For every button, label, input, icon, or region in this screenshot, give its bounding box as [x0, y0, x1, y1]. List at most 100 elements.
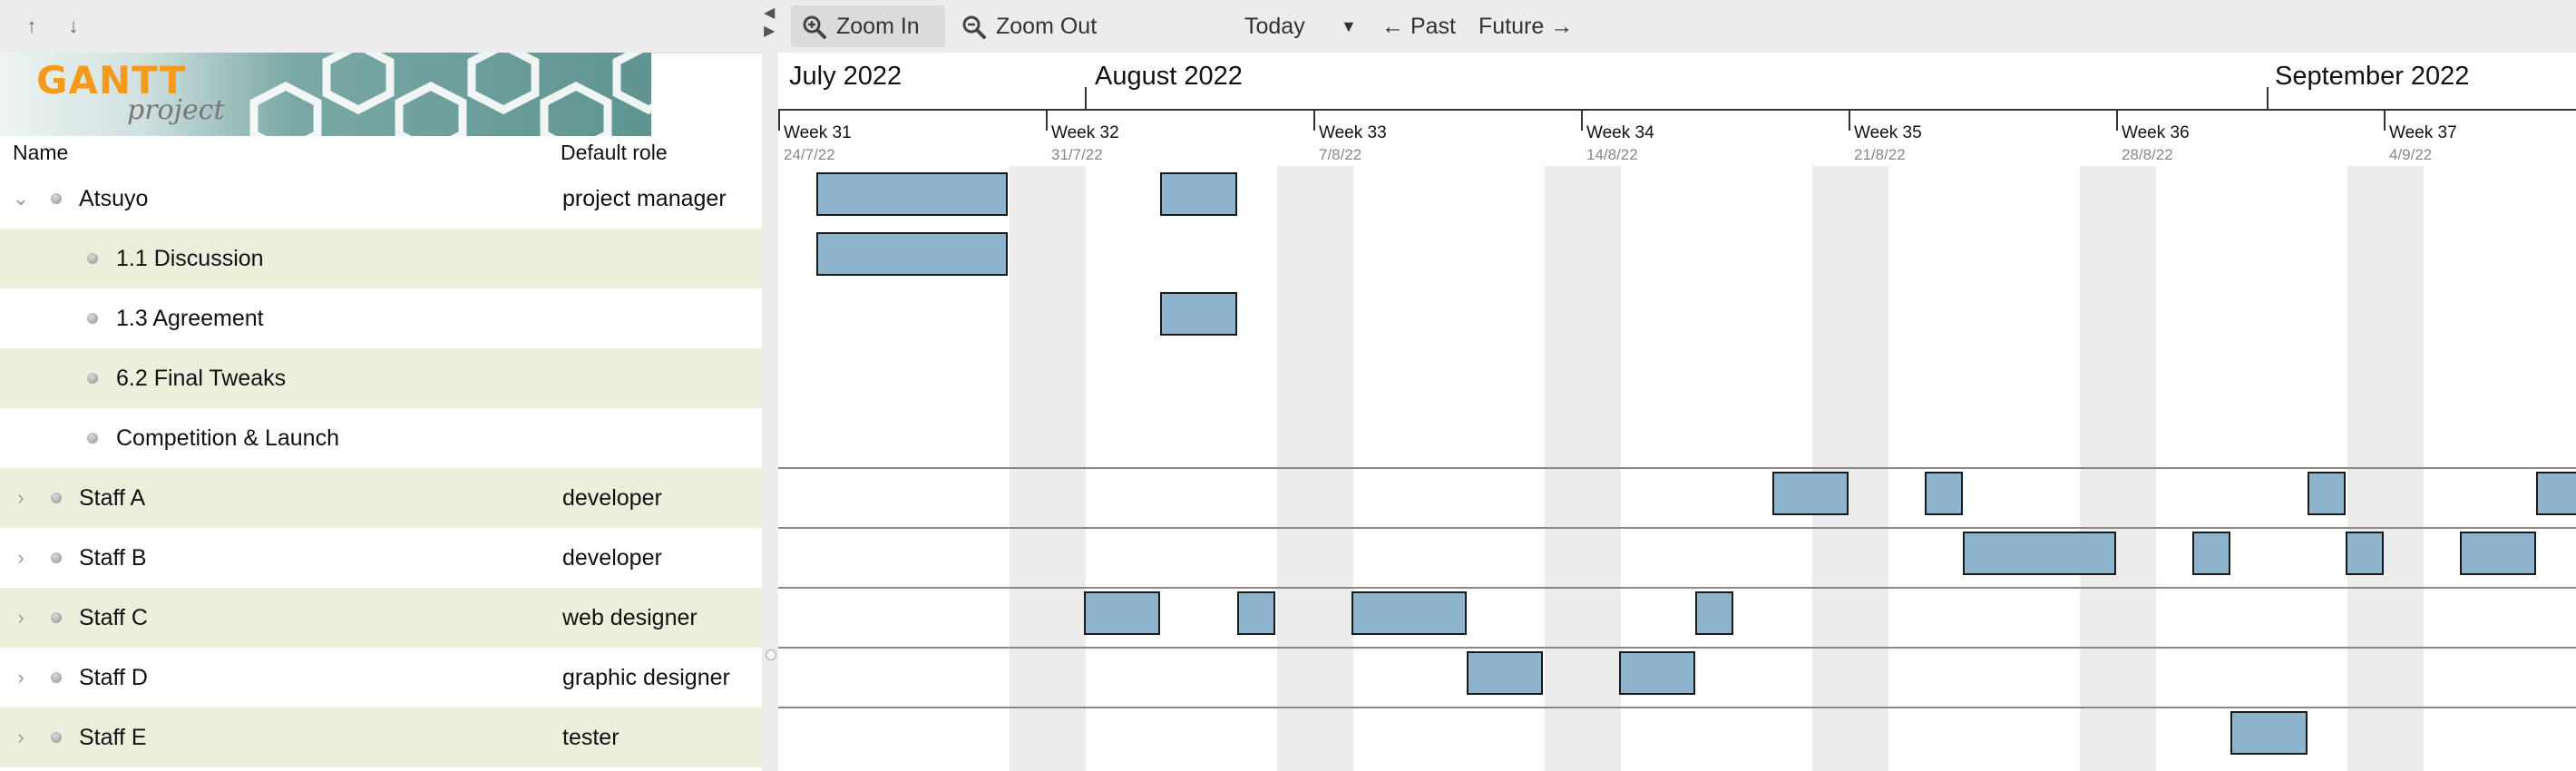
- zoom-out-button[interactable]: Zoom Out: [951, 5, 1114, 47]
- assignment-bar[interactable]: [816, 172, 1008, 216]
- task-dot-icon: [87, 373, 98, 384]
- future-button[interactable]: Future →: [1478, 5, 1573, 47]
- month-label: August 2022: [1095, 62, 1243, 91]
- row-name: Staff E: [79, 725, 147, 750]
- week-divider: [1849, 109, 1850, 131]
- chart-toolbar: Zoom In Zoom Out Today ▼ ← Past Future →: [778, 0, 2576, 53]
- week-date: 28/8/22: [2122, 146, 2173, 163]
- move-down-button[interactable]: ↓: [60, 13, 87, 40]
- ganttproject-logo: GANTT project: [0, 53, 651, 136]
- assignment-bar[interactable]: [1160, 172, 1237, 216]
- timeline-header: July 2022 August 2022 September 2022 Wee…: [778, 53, 2576, 166]
- row-separator: [778, 587, 2576, 589]
- week-divider: [1046, 109, 1048, 131]
- row-separator: [778, 467, 2576, 469]
- zoom-in-button[interactable]: Zoom In: [791, 5, 945, 47]
- past-button[interactable]: ← Past: [1381, 5, 1456, 47]
- tree-toolbar: ↑ ↓: [0, 0, 762, 54]
- month-divider: [2267, 87, 2269, 109]
- tree-row-atsuyo[interactable]: ⌄ Atsuyo project manager: [0, 169, 762, 229]
- splitter-handle[interactable]: [766, 649, 776, 660]
- row-role: graphic designer: [562, 665, 730, 690]
- assignment-bar[interactable]: [1925, 472, 1964, 515]
- week-label: Week 31: [784, 123, 852, 142]
- assignment-bar[interactable]: [1771, 472, 1849, 515]
- row-name: Competition & Launch: [116, 425, 339, 451]
- week-label: Week 36: [2122, 123, 2190, 142]
- column-header-name[interactable]: Name: [13, 136, 68, 167]
- assignment-bar[interactable]: [1084, 591, 1161, 635]
- assignment-bar[interactable]: [816, 232, 1008, 276]
- assignment-bar[interactable]: [1963, 532, 2116, 575]
- timeline-chart[interactable]: July 2022 August 2022 September 2022 Wee…: [778, 53, 2576, 771]
- tree-row-staff-d[interactable]: › Staff D graphic designer: [0, 648, 762, 708]
- collapse-left-icon[interactable]: ◀: [764, 5, 775, 22]
- assignment-bar[interactable]: [2192, 532, 2231, 575]
- week-date: 7/8/22: [1319, 146, 1362, 163]
- chevron-right-icon[interactable]: ›: [12, 528, 30, 588]
- resource-dot-icon: [51, 493, 62, 503]
- month-label: September 2022: [2275, 62, 2470, 91]
- task-dot-icon: [87, 313, 98, 324]
- resource-dot-icon: [51, 193, 62, 204]
- row-role: tester: [562, 725, 620, 750]
- panel-splitter[interactable]: ◀ ◀: [762, 0, 778, 771]
- assignment-bar[interactable]: [1619, 651, 1696, 695]
- assignment-bar[interactable]: [2345, 532, 2384, 575]
- assignment-bar[interactable]: [2460, 532, 2537, 575]
- week-divider: [1313, 109, 1315, 131]
- month-label: July 2022: [789, 62, 903, 91]
- assignment-bar[interactable]: [1695, 591, 1734, 635]
- assignment-bar[interactable]: [1236, 591, 1275, 635]
- week-date: 21/8/22: [1854, 146, 1906, 163]
- logo-project-text: project: [127, 94, 225, 126]
- tree-row-final-tweaks[interactable]: 6.2 Final Tweaks: [0, 348, 762, 408]
- task-dot-icon: [87, 433, 98, 444]
- row-role: project manager: [562, 186, 727, 211]
- tree-row-staff-c[interactable]: › Staff C web designer: [0, 588, 762, 648]
- week-label: Week 34: [1586, 123, 1654, 142]
- week-label: Week 33: [1319, 123, 1387, 142]
- zoom-out-icon: [962, 15, 986, 39]
- chevron-right-icon[interactable]: ›: [12, 588, 30, 648]
- tree-row-discussion[interactable]: 1.1 Discussion: [0, 229, 762, 288]
- row-role: web designer: [562, 605, 698, 630]
- row-name: Staff B: [79, 545, 147, 571]
- expand-right-icon[interactable]: ◀: [764, 24, 775, 40]
- assignment-bar[interactable]: [2307, 472, 2346, 515]
- row-name: Atsuyo: [79, 186, 149, 211]
- chevron-right-icon[interactable]: ›: [12, 648, 30, 708]
- row-name: Staff D: [79, 665, 148, 690]
- assignment-bar[interactable]: [1466, 651, 1543, 695]
- chevron-right-icon[interactable]: ›: [12, 468, 30, 528]
- task-dot-icon: [87, 253, 98, 264]
- month-divider: [1085, 87, 1087, 109]
- week-date: 24/7/22: [784, 146, 835, 163]
- tree-row-staff-e[interactable]: › Staff E tester: [0, 708, 762, 767]
- resource-dot-icon: [51, 672, 62, 683]
- move-up-button[interactable]: ↑: [18, 13, 45, 40]
- assignment-bar[interactable]: [1351, 591, 1467, 635]
- assignment-bar[interactable]: [2230, 711, 2308, 755]
- zoom-out-label: Zoom Out: [996, 14, 1098, 39]
- row-name: 1.1 Discussion: [116, 246, 264, 271]
- week-divider: [778, 109, 780, 131]
- tree-row-staff-b[interactable]: › Staff B developer: [0, 528, 762, 588]
- task-tree-panel: ↑ ↓ GANTT project Name Default role ⌄ At…: [0, 0, 762, 771]
- today-dropdown-icon[interactable]: ▼: [1341, 5, 1357, 47]
- header-rule: [778, 109, 2576, 111]
- tree-row-competition-launch[interactable]: Competition & Launch: [0, 408, 762, 468]
- chevron-right-icon[interactable]: ›: [12, 708, 30, 767]
- zoom-in-label: Zoom In: [836, 14, 920, 39]
- tree-row-agreement[interactable]: 1.3 Agreement: [0, 288, 762, 348]
- chevron-down-icon[interactable]: ⌄: [12, 169, 30, 229]
- gantt-chart-panel: Zoom In Zoom Out Today ▼ ← Past Future →…: [778, 0, 2576, 771]
- assignment-bar[interactable]: [2536, 472, 2576, 515]
- assignment-bar[interactable]: [1160, 292, 1237, 336]
- column-header-role[interactable]: Default role: [561, 136, 668, 167]
- row-separator: [778, 527, 2576, 529]
- tree-row-staff-a[interactable]: › Staff A developer: [0, 468, 762, 528]
- row-separator: [778, 707, 2576, 708]
- row-role: developer: [562, 545, 662, 571]
- today-button[interactable]: Today: [1244, 5, 1305, 47]
